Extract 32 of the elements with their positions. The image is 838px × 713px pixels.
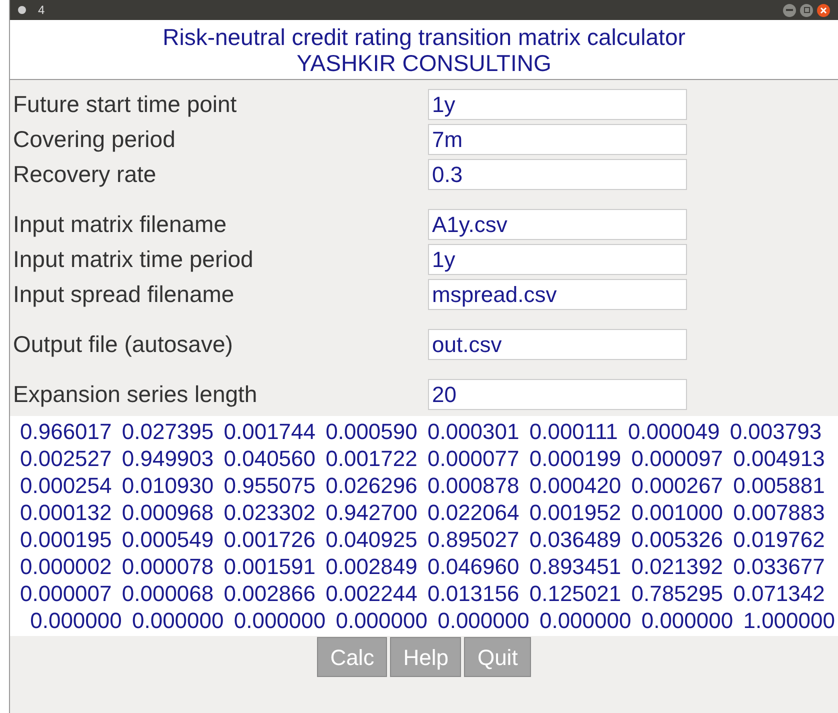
minimize-button[interactable] <box>783 4 796 16</box>
field-label: Expansion series length <box>12 380 258 410</box>
close-button[interactable] <box>817 4 830 16</box>
field-label: Recovery rate <box>12 160 158 190</box>
input-field[interactable]: 0.3 <box>428 159 687 190</box>
input-field[interactable]: 1y <box>428 89 687 120</box>
field-label: Input matrix filename <box>12 210 228 240</box>
maximize-button[interactable] <box>800 4 813 16</box>
matrix-row-text: 0.000254 0.010930 0.955075 0.026296 0.000878 0.000420 0.000267 0.005881 <box>20 472 826 499</box>
input-field[interactable]: A1y.csv <box>428 209 687 240</box>
close-icon <box>820 6 827 14</box>
field-label: Future start time point <box>12 90 238 120</box>
matrix-row-text: 0.000007 0.000068 0.002866 0.002244 0.013156 0.125021 0.785295 0.071342 <box>20 580 826 607</box>
company-name: YASHKIR CONSULTING <box>296 50 552 76</box>
matrix-row-text: 0.966017 0.027395 0.001744 0.000590 0.000301 0.000111 0.000049 0.003793 <box>20 418 823 445</box>
field-label: Input matrix time period <box>12 245 254 274</box>
matrix-row-text: 0.000195 0.000549 0.001726 0.040925 0.895027 0.036489 0.005326 0.019762 <box>20 526 826 553</box>
app-icon <box>18 6 26 14</box>
field-label: Output file (autosave) <box>12 330 234 360</box>
app-title: Risk-neutral credit rating transition matrix calculator <box>162 24 686 50</box>
matrix-row-text: 0.002527 0.949903 0.040560 0.001722 0.000077 0.000199 0.000097 0.004913 <box>20 445 826 472</box>
field-label: Covering period <box>12 125 176 154</box>
window-title: 4 <box>38 2 45 19</box>
field-label: Input spread filename <box>12 280 236 310</box>
matrix-row-text: 0.000000 0.000000 0.000000 0.000000 0.000000 0.000000 0.000000 1.000000 <box>29 607 836 634</box>
input-field[interactable]: 20 <box>428 379 687 410</box>
input-field[interactable]: 1y <box>428 244 687 275</box>
input-field[interactable]: out.csv <box>428 329 687 360</box>
matrix-row-text: 0.000132 0.000968 0.023302 0.942700 0.022064 0.001952 0.001000 0.007883 <box>20 499 826 526</box>
matrix-row-text: 0.000002 0.000078 0.001591 0.002849 0.046960 0.893451 0.021392 0.033677 <box>20 553 826 580</box>
input-field[interactable]: mspread.csv <box>428 279 687 310</box>
input-field[interactable]: 7m <box>428 124 687 155</box>
